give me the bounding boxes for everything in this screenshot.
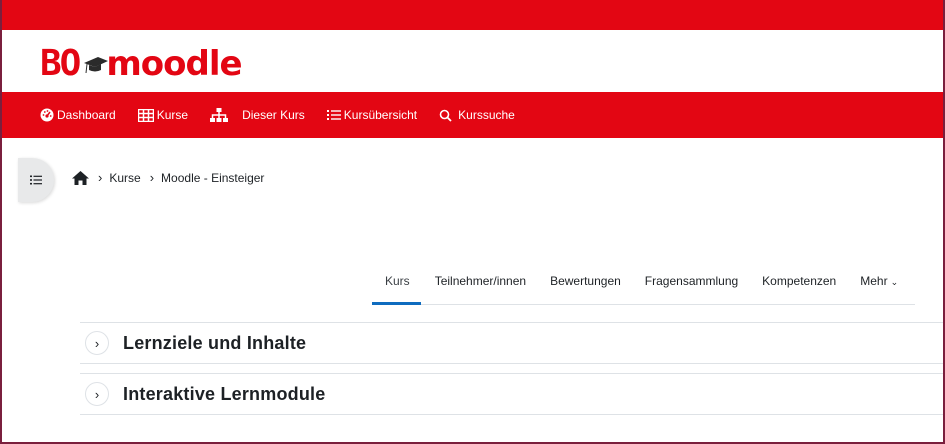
course-section: › Interaktive Lernmodule [80, 373, 943, 415]
tab-fragensammlung[interactable]: Fragensammlung [645, 262, 738, 304]
nav-dieser-kurs[interactable]: Dieser Kurs [210, 108, 305, 122]
nav-kursuebersicht-label: Kursübersicht [343, 108, 418, 122]
header: BO moodle [0, 30, 945, 92]
nav-dashboard-label: Dashboard [57, 108, 116, 122]
tab-teilnehmer[interactable]: Teilnehmer/innen [435, 262, 526, 304]
course-index-toggle-button[interactable] [18, 158, 54, 202]
breadcrumb-separator: › [98, 170, 103, 185]
nav-kursuebersicht[interactable]: Kursübersicht [326, 108, 418, 122]
breadcrumb-separator: › [149, 170, 155, 185]
nav-kurse-label: Kurse [156, 108, 189, 122]
chevron-right-icon: › [94, 386, 100, 402]
sitemap-icon [210, 108, 229, 122]
site-logo[interactable]: BO moodle [40, 40, 243, 84]
section-title[interactable]: Interaktive Lernmodule [123, 384, 325, 405]
tab-kompetenzen[interactable]: Kompetenzen [762, 262, 836, 304]
nav-kurse[interactable]: Kurse [137, 108, 189, 122]
nav-kurssuche-label: Kurssuche [458, 108, 515, 122]
top-red-band [0, 0, 945, 30]
graduation-cap-icon [83, 46, 109, 82]
breadcrumb-item-current-course[interactable]: Moodle - Einsteiger [161, 171, 264, 185]
breadcrumb: › Kurse › Moodle - Einsteiger [72, 170, 264, 185]
tab-mehr-label: Mehr [860, 274, 888, 288]
grid-icon [137, 108, 154, 122]
list-icon [30, 175, 42, 185]
list-icon [326, 110, 341, 120]
chevron-down-icon: ⌄ [890, 277, 899, 287]
logo-name: moodle [106, 44, 242, 84]
section-title[interactable]: Lernziele und Inhalte [123, 333, 306, 354]
course-section: › Lernziele und Inhalte [80, 322, 943, 364]
section-expand-button[interactable]: › [85, 382, 109, 406]
course-secondary-nav: Kurs Teilnehmer/innen Bewertungen Fragen… [372, 262, 915, 305]
dashboard-icon [40, 108, 54, 122]
search-icon [439, 109, 452, 122]
home-icon[interactable] [72, 170, 89, 185]
main-navbar: Dashboard Kurse Dieser Kurs Kursübersich… [2, 92, 943, 138]
nav-dashboard[interactable]: Dashboard [40, 108, 116, 122]
tab-mehr[interactable]: Mehr ⌄ [860, 262, 898, 304]
chevron-right-icon: › [94, 335, 100, 351]
tab-bewertungen[interactable]: Bewertungen [550, 262, 621, 304]
nav-dieser-kurs-label: Dieser Kurs [242, 108, 305, 122]
logo-prefix: BO [40, 43, 81, 84]
breadcrumb-item-kurse[interactable]: Kurse [109, 171, 140, 185]
tab-kurs[interactable]: Kurs [372, 262, 421, 305]
section-expand-button[interactable]: › [85, 331, 109, 355]
nav-kurssuche[interactable]: Kurssuche [439, 108, 515, 122]
